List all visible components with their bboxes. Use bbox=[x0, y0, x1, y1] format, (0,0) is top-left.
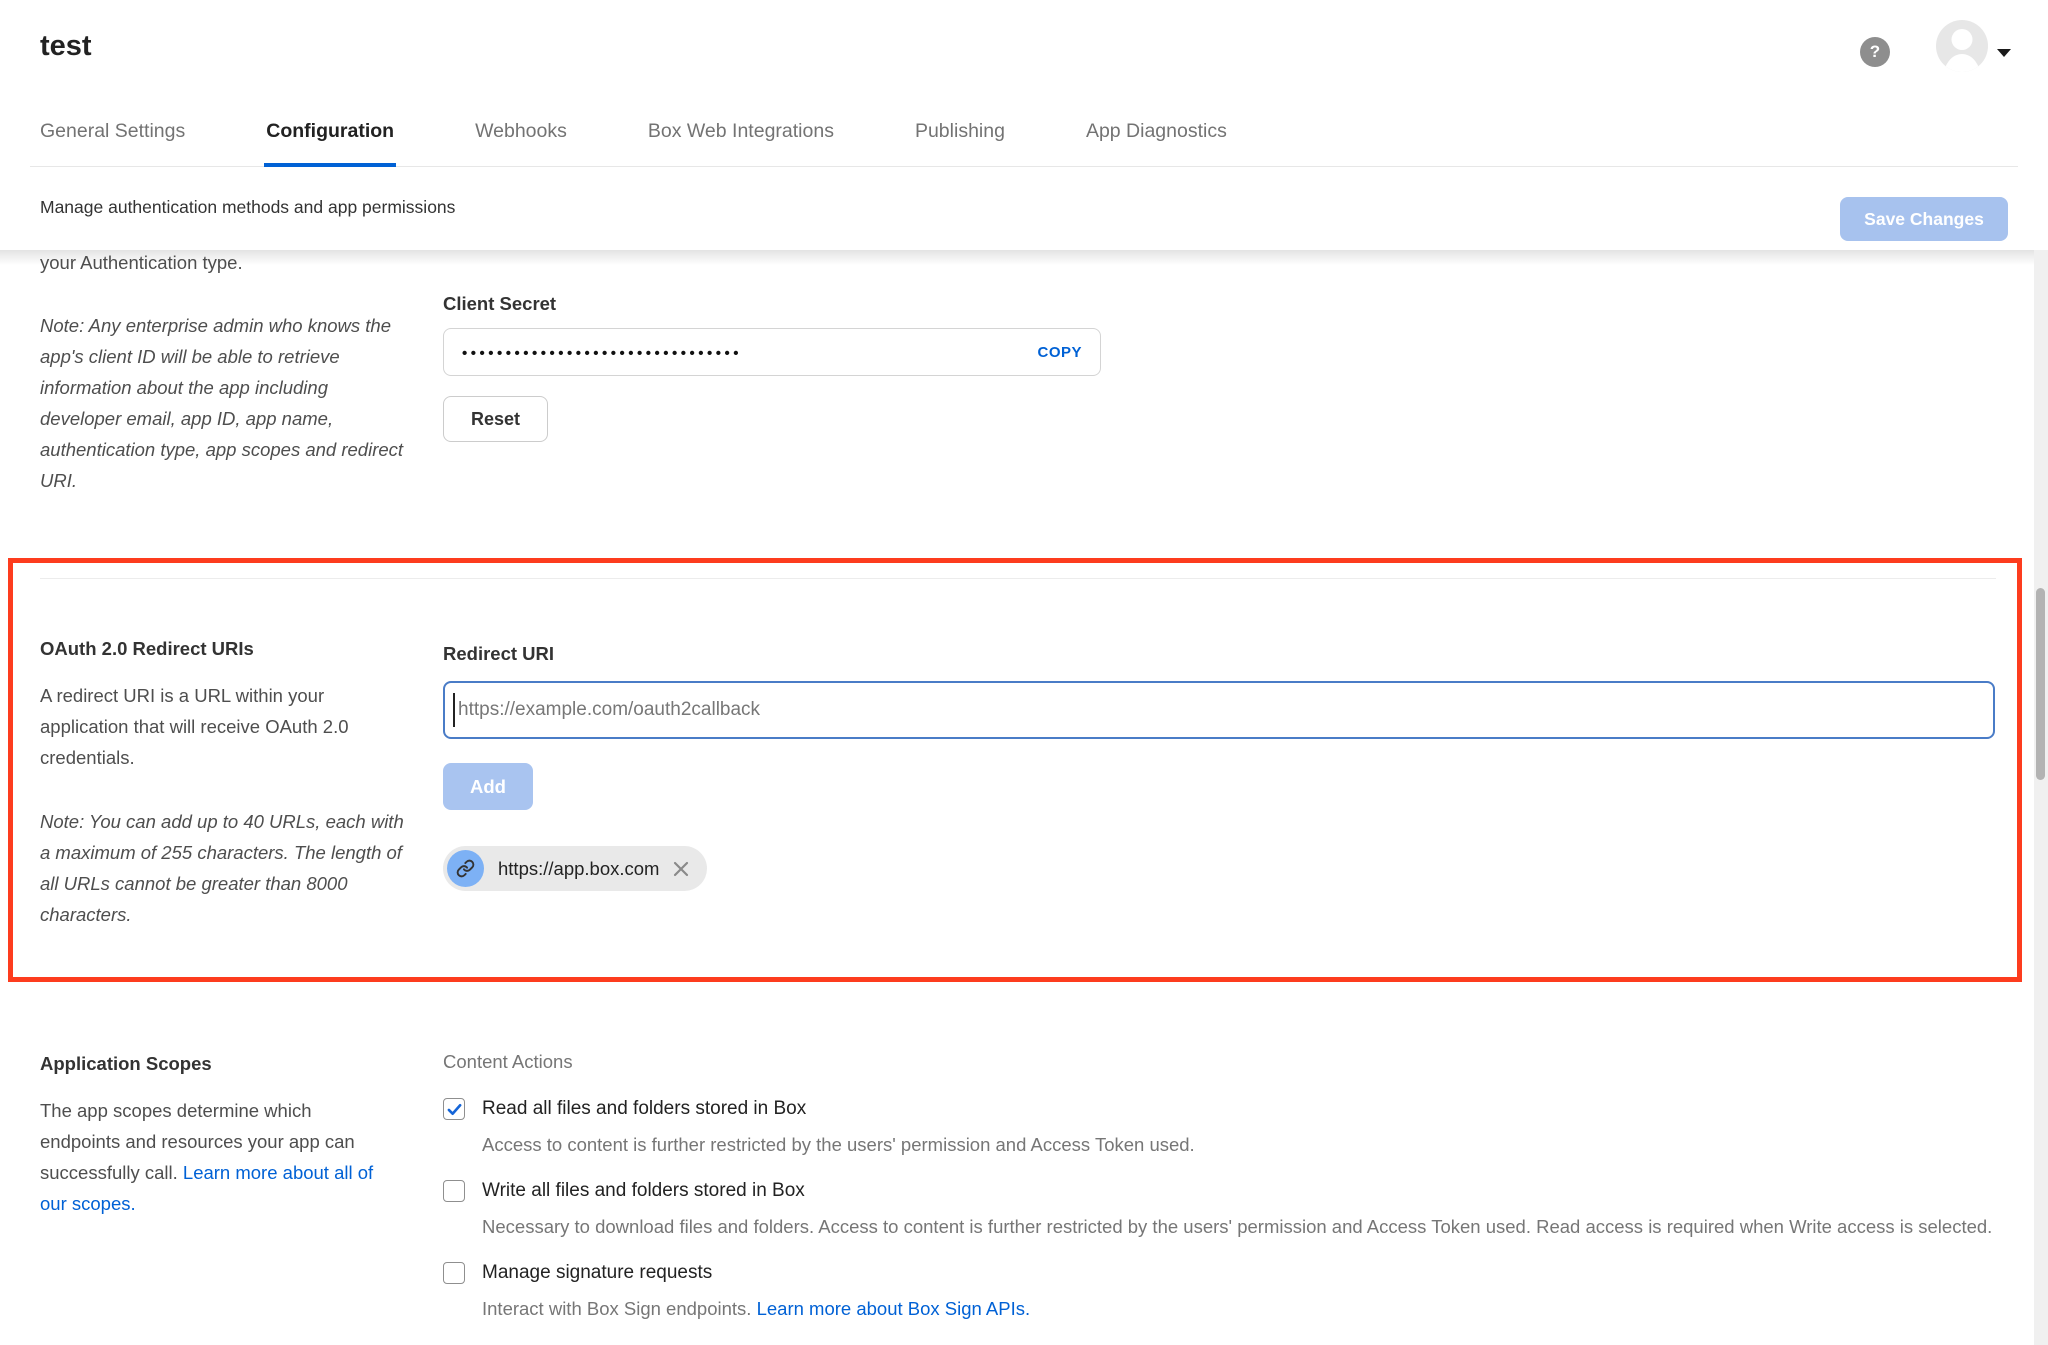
avatar-silhouette-body bbox=[1943, 54, 1981, 72]
page-title: test bbox=[40, 30, 92, 63]
box-sign-apis-link[interactable]: Learn more about Box Sign APIs. bbox=[757, 1298, 1031, 1319]
oauth-section-divider bbox=[40, 578, 1996, 579]
tabs: General Settings Configuration Webhooks … bbox=[40, 95, 1227, 167]
scope-checkbox-list: Read all files and folders stored in Box… bbox=[443, 1096, 2008, 1342]
link-icon bbox=[447, 850, 484, 887]
text-cursor bbox=[453, 693, 455, 727]
scope-row-write: Write all files and folders stored in Bo… bbox=[443, 1178, 2008, 1242]
add-redirect-uri-button[interactable]: Add bbox=[443, 763, 533, 810]
help-icon[interactable]: ? bbox=[1860, 37, 1890, 67]
redirect-uri-label: Redirect URI bbox=[443, 643, 554, 665]
box-dev-console-config-page: test ? General Settings Configuration We… bbox=[0, 0, 2048, 1345]
reset-client-secret-button[interactable]: Reset bbox=[443, 396, 548, 442]
tab-webhooks[interactable]: Webhooks bbox=[475, 95, 567, 167]
scope-description: Access to content is further restricted … bbox=[482, 1130, 1195, 1160]
topbar-actions: ? bbox=[1860, 20, 2011, 72]
client-secret-label: Client Secret bbox=[443, 293, 556, 315]
copy-client-secret-button[interactable]: COPY bbox=[1037, 344, 1082, 361]
scope-label: Manage signature requests bbox=[482, 1260, 1030, 1286]
subheader-description: Manage authentication methods and app pe… bbox=[40, 197, 455, 218]
scrollbar-track[interactable] bbox=[2034, 250, 2048, 1345]
account-menu-caret-icon[interactable] bbox=[1997, 49, 2011, 57]
tab-general-settings[interactable]: General Settings bbox=[40, 95, 185, 167]
sticky-header-shadow bbox=[0, 250, 2048, 265]
content-actions-label: Content Actions bbox=[443, 1051, 573, 1073]
scope-label: Write all files and folders stored in Bo… bbox=[482, 1178, 1992, 1204]
application-scopes-heading: Application Scopes bbox=[40, 1053, 212, 1075]
oauth-redirect-uris-heading: OAuth 2.0 Redirect URIs bbox=[40, 638, 254, 660]
write-files-checkbox[interactable] bbox=[443, 1180, 465, 1202]
tab-publishing[interactable]: Publishing bbox=[915, 95, 1005, 167]
save-changes-button[interactable]: Save Changes bbox=[1840, 197, 2008, 241]
oauth-description-text: A redirect URI is a URL within your appl… bbox=[40, 680, 412, 773]
scope-description-text: Interact with Box Sign endpoints. bbox=[482, 1298, 757, 1319]
scope-description: Necessary to download files and folders.… bbox=[482, 1212, 1992, 1242]
redirect-uri-chip-url: https://app.box.com bbox=[498, 858, 659, 880]
auth-truncated-text: your Authentication type. bbox=[40, 252, 243, 274]
read-files-checkbox[interactable] bbox=[443, 1098, 465, 1120]
tab-box-web-integrations[interactable]: Box Web Integrations bbox=[648, 95, 834, 167]
client-secret-field[interactable]: •••••••••••••••••••••••••••••••• COPY bbox=[443, 328, 1101, 376]
scope-description: Interact with Box Sign endpoints. Learn … bbox=[482, 1294, 1030, 1324]
redirect-uri-chip: https://app.box.com bbox=[443, 846, 707, 891]
section-subheader: Manage authentication methods and app pe… bbox=[0, 168, 2048, 250]
oauth-note-text: Note: You can add up to 40 URLs, each wi… bbox=[40, 806, 412, 930]
redirect-uri-input[interactable] bbox=[443, 681, 1995, 739]
application-scopes-description: The app scopes determine which endpoints… bbox=[40, 1095, 388, 1219]
manage-signature-checkbox[interactable] bbox=[443, 1262, 465, 1284]
client-secret-masked-value: •••••••••••••••••••••••••••••••• bbox=[462, 345, 1037, 362]
scope-row-read: Read all files and folders stored in Box… bbox=[443, 1096, 2008, 1160]
auth-note-text: Note: Any enterprise admin who knows the… bbox=[40, 310, 408, 496]
redirect-uri-field-wrap bbox=[443, 681, 1995, 739]
remove-uri-icon[interactable] bbox=[672, 860, 690, 878]
avatar[interactable] bbox=[1936, 20, 1988, 72]
tab-app-diagnostics[interactable]: App Diagnostics bbox=[1086, 95, 1227, 167]
scope-row-signature: Manage signature requests Interact with … bbox=[443, 1260, 2008, 1324]
tab-configuration[interactable]: Configuration bbox=[266, 95, 394, 167]
scope-label: Read all files and folders stored in Box bbox=[482, 1096, 1195, 1122]
avatar-silhouette-head bbox=[1952, 29, 1973, 50]
tab-bar: General Settings Configuration Webhooks … bbox=[0, 95, 2048, 167]
scrollbar-thumb[interactable] bbox=[2036, 588, 2045, 780]
